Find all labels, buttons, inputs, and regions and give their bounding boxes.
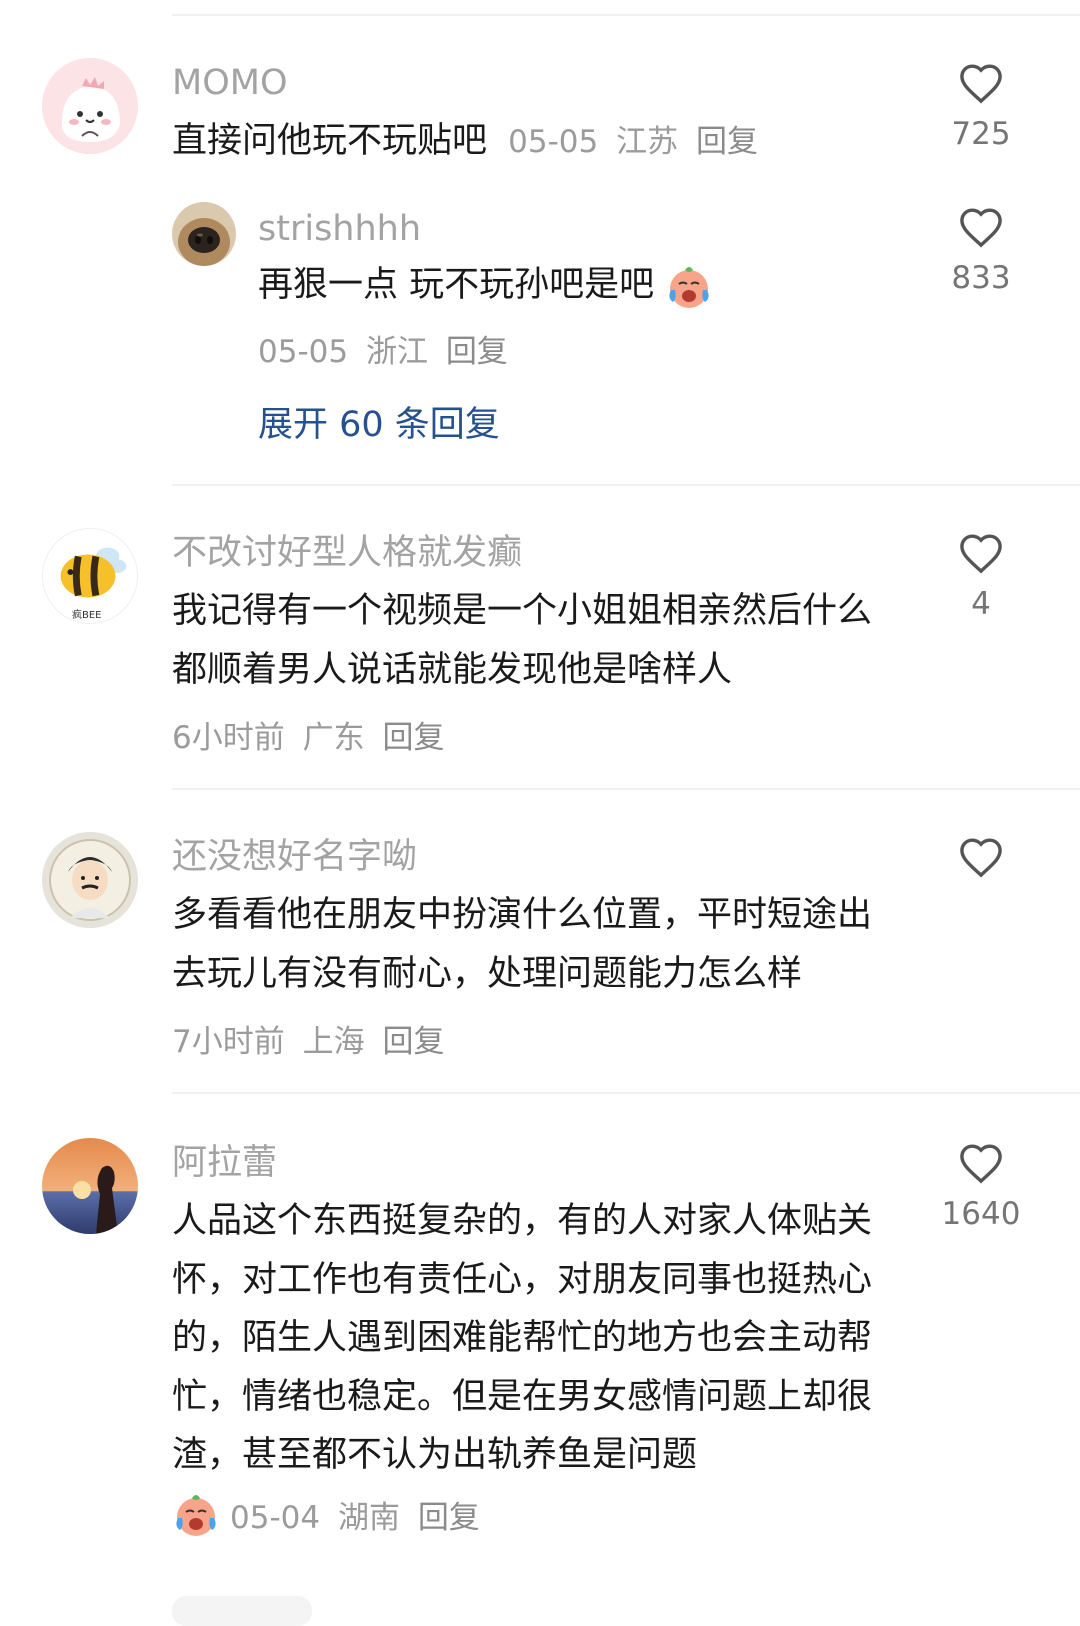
cartoon-dinosaur-avatar-icon — [42, 58, 138, 154]
username[interactable]: 阿拉蕾 — [172, 1140, 277, 1186]
reply-button[interactable]: 回复 — [382, 1024, 444, 1060]
comment-location: 湖南 — [337, 1499, 400, 1536]
heart-icon[interactable] — [958, 836, 1004, 878]
reply-text: 再狠一点 玩不玩孙吧是吧 — [258, 256, 878, 315]
like-control[interactable] — [926, 836, 1036, 888]
comment-location: 江苏 — [616, 124, 679, 160]
comment-meta: 05-04 湖南 回复 — [172, 1490, 488, 1538]
comment-date: 7小时前 — [172, 1024, 285, 1060]
comment-text: 直接问他玩不玩贴吧 05-05 江苏 回复 — [172, 112, 932, 172]
like-control[interactable]: 725 — [926, 62, 1036, 154]
next-comment-preview — [172, 1596, 312, 1626]
username[interactable]: 还没想好名字呦 — [172, 834, 417, 880]
sunset-silhouette-avatar-icon — [42, 1138, 138, 1234]
divider — [172, 14, 1080, 16]
username[interactable]: 不改讨好型人格就发癫 — [172, 530, 522, 576]
heart-icon[interactable] — [958, 206, 1004, 248]
like-count: 725 — [951, 116, 1011, 152]
comment-meta-text: 05-04 湖南 回复 — [230, 1492, 488, 1537]
heart-icon[interactable] — [958, 1142, 1004, 1184]
divider — [172, 788, 1080, 790]
crying-laughing-face-emoji-icon — [669, 267, 709, 308]
dog-nose-avatar-icon — [172, 202, 236, 266]
divider — [172, 1092, 1080, 1094]
like-count: 1640 — [941, 1196, 1021, 1232]
reply-content: 再狠一点 玩不玩孙吧是吧 — [258, 265, 655, 305]
reply-button[interactable]: 回复 — [446, 334, 508, 370]
reply-location: 浙江 — [365, 334, 428, 370]
comment-meta: 7小时前 上海 回复 — [172, 1016, 452, 1061]
divider — [172, 484, 1080, 486]
reply-button[interactable]: 回复 — [382, 720, 444, 756]
comment-date: 6小时前 — [172, 720, 285, 756]
comment-meta: 05-05 江苏 回复 — [508, 124, 766, 160]
reply-like-control[interactable]: 833 — [926, 206, 1036, 298]
avatar[interactable] — [42, 1138, 138, 1234]
avatar[interactable] — [42, 58, 138, 154]
like-count: 4 — [971, 586, 991, 622]
comment-content: 我记得有一个视频是一个小姐姐相亲然后什么都顺着男人说话就能发现他是啥样人 — [172, 591, 873, 690]
reply-button[interactable]: 回复 — [696, 124, 758, 160]
avatar-label: 疯BEE — [72, 610, 102, 621]
comment-location: 上海 — [302, 1024, 365, 1060]
expand-replies-button[interactable]: 展开 60 条回复 — [258, 396, 500, 447]
comment-meta: 6小时前 广东 回复 — [172, 712, 452, 757]
comment-content: 人品这个东西挺复杂的，有的人对家人体贴关怀，对工作也有责任心，对朋友同事也挺热心… — [172, 1201, 873, 1475]
heart-icon[interactable] — [958, 62, 1004, 104]
comment-date: 05-04 — [230, 1499, 321, 1536]
cartoon-man-avatar-icon — [42, 832, 138, 928]
reply-meta: 05-05 浙江 回复 — [258, 326, 516, 371]
reply-date: 05-05 — [258, 334, 349, 370]
like-control[interactable]: 4 — [926, 532, 1036, 624]
crying-laughing-face-emoji-icon — [176, 1495, 216, 1536]
comment-content: 直接问他玩不玩贴吧 — [172, 121, 488, 161]
heart-icon[interactable] — [958, 532, 1004, 574]
reply-button[interactable]: 回复 — [418, 1500, 480, 1536]
comment-date: 05-05 — [508, 124, 599, 160]
comment-content: 多看看他在朋友中扮演什么位置，平时短途出去玩儿有没有耐心，处理问题能力怎么样 — [172, 895, 873, 994]
reply-avatar[interactable] — [172, 202, 236, 266]
like-control[interactable]: 1640 — [926, 1142, 1036, 1234]
like-count: 833 — [951, 260, 1011, 296]
avatar[interactable] — [42, 832, 138, 928]
comment-location: 广东 — [302, 720, 365, 756]
reply-username[interactable]: strishhhh — [258, 206, 421, 252]
username[interactable]: MOMO — [172, 60, 288, 106]
